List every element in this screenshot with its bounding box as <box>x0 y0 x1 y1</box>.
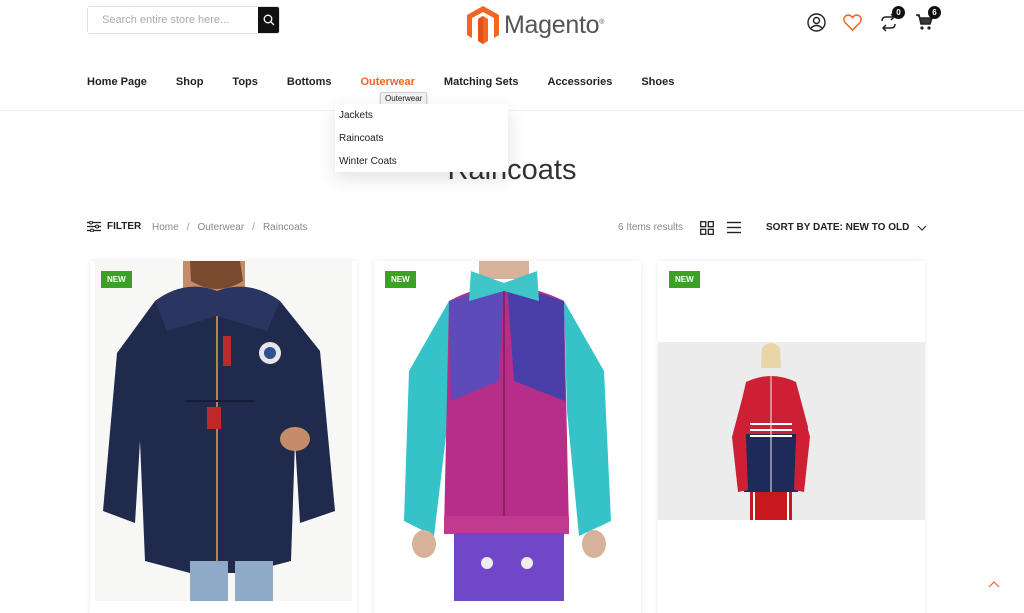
compare-count-badge: 0 <box>892 6 905 19</box>
nav-item-bottoms[interactable]: Bottoms <box>287 76 332 88</box>
new-badge: NEW <box>669 271 700 288</box>
list-view-icon <box>727 221 741 234</box>
results-count: 6 Items results <box>618 222 684 233</box>
dropdown-item-jackets[interactable]: Jackets <box>339 108 508 131</box>
nav-item-matching-sets[interactable]: Matching Sets <box>444 76 519 88</box>
chevron-up-icon <box>988 581 1000 588</box>
sort-dropdown[interactable]: SORT BY DATE: NEW TO OLD <box>766 222 927 233</box>
chevron-down-icon <box>917 225 927 231</box>
dropdown-item-raincoats[interactable]: Raincoats <box>339 131 508 154</box>
breadcrumb-separator: / <box>252 222 255 233</box>
search-input[interactable] <box>88 7 258 33</box>
cart-button[interactable]: 6 <box>914 6 941 32</box>
product-image <box>379 261 636 601</box>
logo-text: Magento® <box>504 10 605 39</box>
nav-item-accessories[interactable]: Accessories <box>548 76 613 88</box>
nav-divider <box>0 110 1024 111</box>
breadcrumb-raincoats: Raincoats <box>262 222 308 233</box>
cart-count-badge: 6 <box>928 6 941 19</box>
new-badge: NEW <box>385 271 416 288</box>
list-view-button[interactable] <box>727 221 741 237</box>
new-badge: NEW <box>101 271 132 288</box>
search-icon <box>263 14 274 26</box>
logo[interactable]: Magento® <box>466 5 604 45</box>
nav-item-home-page[interactable]: Home Page <box>87 76 147 88</box>
breadcrumb-separator: / <box>186 222 190 233</box>
search-button[interactable] <box>258 7 279 33</box>
compare-button[interactable]: 0 <box>878 6 905 32</box>
nav-item-outerwear[interactable]: Outerwear <box>361 76 415 88</box>
dropdown-item-winter-coats[interactable]: Winter Coats <box>339 154 508 177</box>
page-title: Raincoats <box>447 154 577 186</box>
grid-view-icon <box>700 221 714 235</box>
main-nav: Home Page Shop Tops Bottoms Outerwear Ma… <box>87 76 703 88</box>
nav-item-shop[interactable]: Shop <box>176 76 204 88</box>
wishlist-button[interactable] <box>842 12 862 32</box>
product-card[interactable]: NEW <box>658 261 925 613</box>
user-icon <box>806 12 826 32</box>
outerwear-dropdown-menu: Jackets Raincoats Winter Coats <box>335 104 508 172</box>
breadcrumb-outerwear[interactable]: Outerwear <box>197 222 244 233</box>
header-icons: 0 6 <box>806 6 941 32</box>
magento-logo-icon <box>467 6 499 44</box>
filter-icon <box>87 221 101 232</box>
product-image <box>95 261 352 601</box>
nav-item-tops[interactable]: Tops <box>232 76 257 88</box>
breadcrumb: Home / Outerwear / Raincoats <box>152 222 307 233</box>
scroll-to-top-button[interactable] <box>987 576 1001 594</box>
product-grid: NEW NEW NEW <box>90 261 925 613</box>
heart-icon <box>842 13 862 31</box>
product-image <box>658 342 925 520</box>
filter-button[interactable]: FILTER <box>87 221 141 232</box>
toolbar: FILTER Home / Outerwear / Raincoats 6 It… <box>87 221 927 238</box>
filter-label: FILTER <box>107 221 142 232</box>
grid-view-button[interactable] <box>700 221 714 238</box>
search-box <box>87 6 280 34</box>
product-card[interactable]: NEW <box>374 261 641 613</box>
nav-item-shoes[interactable]: Shoes <box>641 76 674 88</box>
account-button[interactable] <box>806 12 826 32</box>
breadcrumb-home[interactable]: Home <box>152 222 179 233</box>
sort-label: SORT BY DATE: NEW TO OLD <box>766 222 910 233</box>
product-card[interactable]: NEW <box>90 261 357 613</box>
